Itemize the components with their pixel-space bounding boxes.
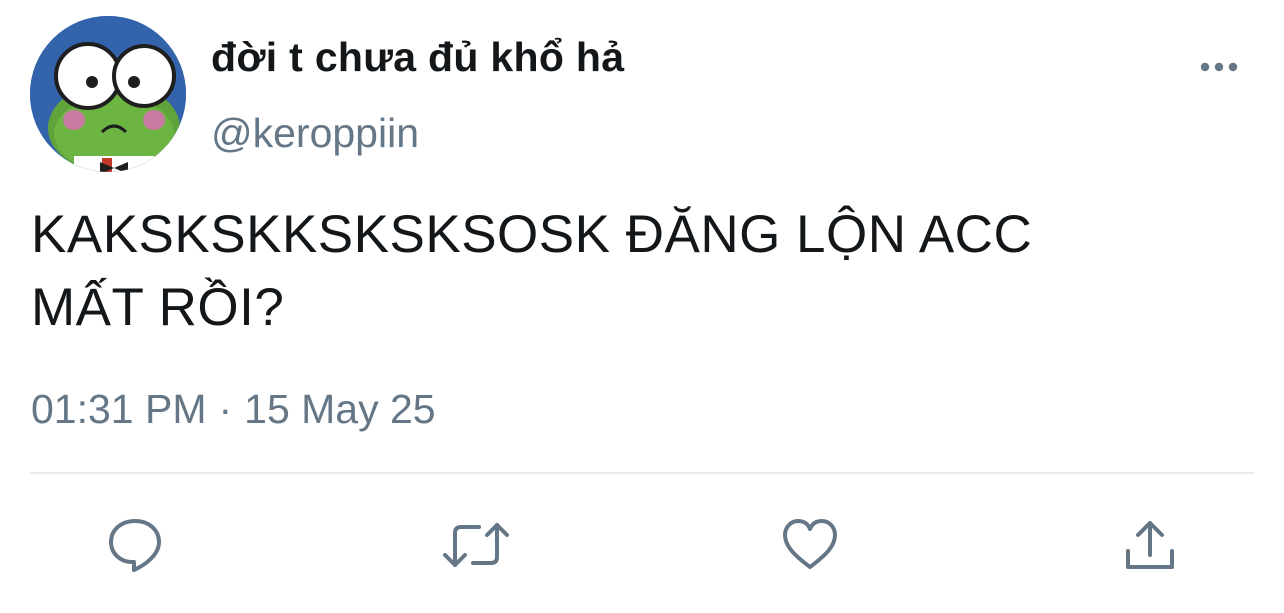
reply-button[interactable] bbox=[105, 515, 165, 575]
retweet-icon bbox=[443, 523, 509, 567]
tweet-text-line: MẤT RỒI? bbox=[31, 278, 285, 337]
heart-icon bbox=[783, 519, 837, 569]
tweet-card: đời t chưa đủ khổ hả @keroppiin KAKSKSKK… bbox=[0, 0, 1284, 613]
avatar[interactable] bbox=[30, 16, 186, 172]
tweet-timestamp[interactable]: 01:31 PM · 15 May 25 bbox=[31, 386, 436, 433]
user-handle[interactable]: @keroppiin bbox=[211, 110, 419, 157]
more-horizontal-icon bbox=[1200, 62, 1238, 72]
share-upload-icon bbox=[1126, 521, 1174, 569]
retweet-button[interactable] bbox=[441, 515, 509, 575]
like-button[interactable] bbox=[780, 515, 840, 575]
share-button[interactable] bbox=[1120, 515, 1180, 575]
keroppi-avatar-image bbox=[30, 16, 186, 172]
more-options-button[interactable] bbox=[1194, 50, 1244, 84]
tweet-text-line: KAKSKSKKSKSKSOSK ĐĂNG LỘN ACC bbox=[31, 205, 1033, 264]
divider bbox=[30, 472, 1254, 474]
reply-bubble-icon bbox=[109, 519, 161, 572]
tweet-time: 01:31 PM bbox=[31, 386, 207, 432]
tweet-date: 15 May 25 bbox=[244, 386, 436, 432]
meta-separator: · bbox=[218, 386, 233, 432]
tweet-text: KAKSKSKKSKSKSOSK ĐĂNG LỘN ACC MẤT RỒI? bbox=[31, 198, 1251, 344]
display-name[interactable]: đời t chưa đủ khổ hả bbox=[211, 34, 624, 81]
